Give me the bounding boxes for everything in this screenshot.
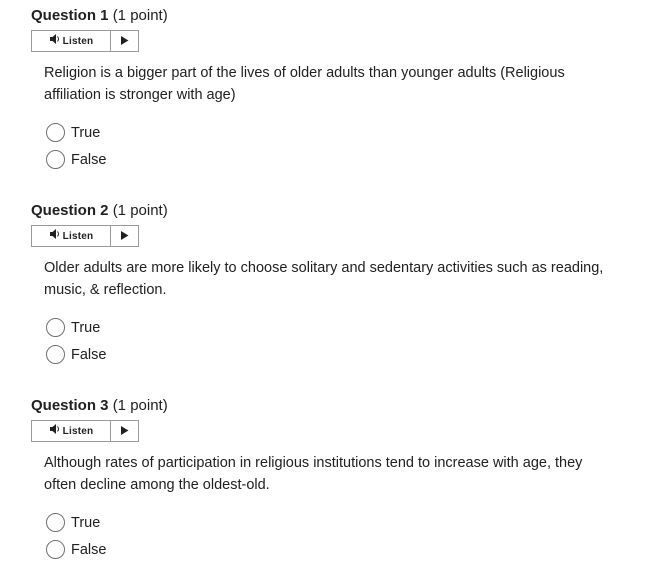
listen-label: Listen [62, 35, 94, 47]
question-title: Question 1 (1 point) [31, 6, 631, 26]
radio-button[interactable] [46, 345, 65, 364]
radio-button[interactable] [46, 123, 65, 142]
question-3: Question 3 (1 point) Listen Although rat… [31, 396, 631, 559]
question-title: Question 2 (1 point) [31, 201, 631, 221]
question-points: (1 point) [112, 397, 168, 414]
radio-button[interactable] [46, 318, 65, 337]
listen-widget: Listen [31, 420, 139, 442]
listen-button[interactable]: Listen [32, 31, 111, 51]
question-text: Older adults are more likely to choose s… [44, 260, 604, 298]
listen-label: Listen [62, 230, 94, 242]
play-button[interactable] [111, 31, 138, 51]
question-title: Question 3 (1 point) [31, 396, 631, 416]
option-false[interactable]: False [46, 150, 106, 169]
question-number: Question 1 [31, 7, 109, 24]
speaker-icon [49, 32, 61, 50]
question-text: Religion is a bigger part of the lives o… [44, 65, 565, 103]
option-true[interactable]: True [46, 513, 100, 532]
question-points: (1 point) [112, 202, 168, 219]
option-true[interactable]: True [46, 318, 100, 337]
option-label: False [71, 151, 107, 168]
play-icon [120, 32, 129, 50]
play-icon [120, 227, 129, 245]
question-text: Although rates of participation in relig… [44, 455, 583, 493]
question-number: Question 2 [31, 202, 109, 219]
question-2: Question 2 (1 point) Listen Older adults… [31, 201, 631, 364]
radio-button[interactable] [46, 540, 65, 559]
speaker-icon [49, 422, 61, 440]
play-button[interactable] [111, 226, 138, 246]
speaker-icon [49, 227, 61, 245]
option-false[interactable]: False [46, 345, 106, 364]
option-label: True [71, 124, 101, 141]
play-icon [120, 422, 129, 440]
radio-button[interactable] [46, 150, 65, 169]
option-label: True [71, 319, 101, 336]
option-label: True [71, 514, 101, 531]
listen-button[interactable]: Listen [32, 421, 111, 441]
listen-widget: Listen [31, 225, 139, 247]
option-label: False [71, 541, 107, 558]
option-label: False [71, 346, 107, 363]
option-false[interactable]: False [46, 540, 106, 559]
listen-widget: Listen [31, 30, 139, 52]
question-points: (1 point) [112, 7, 168, 24]
play-button[interactable] [111, 421, 138, 441]
option-true[interactable]: True [46, 123, 100, 142]
listen-button[interactable]: Listen [32, 226, 111, 246]
listen-label: Listen [62, 425, 94, 437]
question-number: Question 3 [31, 397, 109, 414]
question-1: Question 1 (1 point) Listen Religion is … [31, 6, 631, 169]
radio-button[interactable] [46, 513, 65, 532]
